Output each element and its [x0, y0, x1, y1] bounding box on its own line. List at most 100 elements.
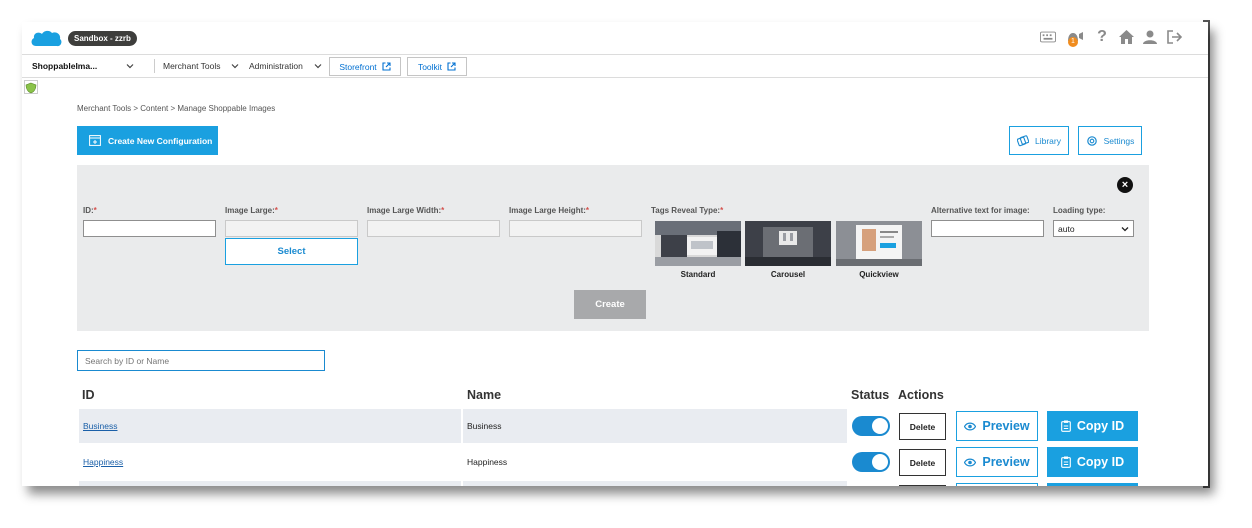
- reveal-label-carousel: Carousel: [770, 270, 806, 279]
- image-large-label: Image Large:*: [225, 206, 278, 215]
- name-cell: [463, 481, 847, 486]
- reveal-option-carousel[interactable]: [745, 221, 831, 266]
- toolkit-label: Toolkit: [417, 61, 443, 72]
- id-cell: [79, 481, 461, 486]
- copy-id-button[interactable]: Copy ID: [1047, 447, 1138, 477]
- close-icon[interactable]: ×: [1117, 177, 1133, 193]
- carousel-preview-thumbnail: [745, 221, 831, 266]
- required-mark: *: [274, 206, 278, 215]
- preview-button[interactable]: Preview: [956, 447, 1038, 477]
- table-row: Business Business Delete Preview Copy ID: [79, 409, 1144, 443]
- create-new-configuration-button[interactable]: Create New Configuration: [77, 126, 218, 155]
- loading-type-select[interactable]: auto: [1053, 220, 1134, 237]
- standard-preview-thumbnail: [655, 221, 741, 266]
- tags-reveal-type-label-text: Tags Reveal Type:: [651, 206, 721, 215]
- status-toggle[interactable]: [852, 416, 890, 436]
- external-link-icon: [447, 62, 456, 71]
- column-header-actions: Actions: [898, 388, 944, 402]
- preview-button-partial[interactable]: [956, 483, 1038, 486]
- delete-button-partial[interactable]: [899, 485, 946, 486]
- chevron-down-icon: [1121, 226, 1129, 231]
- top-bar: Sandbox - zzrb 1 ?: [22, 22, 1208, 54]
- table-row: Happiness Happiness Delete Preview Copy …: [79, 445, 1144, 479]
- home-icon[interactable]: [1118, 29, 1134, 45]
- id-label-text: ID:: [83, 206, 94, 215]
- id-cell: Happiness: [79, 445, 461, 479]
- site-selector-label: ShoppableIma...: [32, 61, 98, 71]
- delete-button[interactable]: Delete: [899, 413, 946, 440]
- loading-type-value: auto: [1058, 223, 1075, 234]
- configuration-form-panel: × ID:* Image Large:* Select Image Large …: [77, 165, 1149, 331]
- nav-bar: ShoppableIma... Merchant Tools Administr…: [22, 54, 1208, 78]
- library-icon: [1017, 134, 1029, 146]
- column-header-status: Status: [851, 388, 890, 402]
- copy-id-button-partial[interactable]: [1047, 483, 1138, 486]
- preview-label: Preview: [982, 455, 1030, 469]
- chevron-down-icon: [232, 64, 239, 69]
- top-right-icons: 1 ?: [1040, 28, 1182, 47]
- config-id-link[interactable]: Happiness: [83, 457, 123, 467]
- clipboard-icon: [1061, 456, 1071, 468]
- storefront-link[interactable]: Storefront: [329, 57, 401, 76]
- column-header-id: ID: [82, 388, 95, 402]
- nav-administration[interactable]: Administration: [249, 55, 323, 77]
- reveal-label-quickview: Quickview: [859, 270, 899, 279]
- eye-icon: [964, 422, 977, 430]
- logout-icon[interactable]: [1166, 29, 1182, 45]
- notification-count-badge: 1: [1068, 37, 1078, 47]
- chevron-down-icon: [126, 64, 134, 69]
- create-new-configuration-label: Create New Configuration: [108, 135, 213, 146]
- delete-button[interactable]: Delete: [899, 449, 946, 476]
- id-input[interactable]: [83, 220, 216, 237]
- select-image-button[interactable]: Select: [225, 238, 358, 265]
- reveal-label-standard: Standard: [680, 270, 716, 279]
- image-large-input: [225, 220, 358, 237]
- name-cell: Happiness: [467, 457, 508, 467]
- id-cell: Business: [79, 409, 461, 443]
- help-icon[interactable]: ?: [1094, 28, 1110, 45]
- status-toggle[interactable]: [852, 452, 890, 472]
- required-mark: *: [720, 206, 724, 215]
- external-link-icon: [382, 62, 391, 71]
- nav-administration-label: Administration: [249, 61, 303, 71]
- storefront-label: Storefront: [339, 61, 377, 72]
- toggle-knob: [872, 418, 888, 434]
- preview-label: Preview: [982, 419, 1030, 433]
- reveal-option-quickview[interactable]: [836, 221, 922, 266]
- required-mark: *: [585, 206, 590, 215]
- sandbox-badge: Sandbox - zzrb: [68, 31, 137, 46]
- toolkit-link[interactable]: Toolkit: [407, 57, 467, 76]
- preview-button[interactable]: Preview: [956, 411, 1038, 441]
- alt-text-input[interactable]: [931, 220, 1044, 237]
- copy-id-label: Copy ID: [1076, 419, 1125, 433]
- image-large-height-label-text: Image Large Height:: [509, 206, 586, 215]
- create-button[interactable]: Create: [574, 290, 646, 319]
- copy-id-label: Copy ID: [1076, 455, 1125, 469]
- app-window: Sandbox - zzrb 1 ? ShoppableIma... Merch…: [22, 22, 1208, 486]
- new-config-icon: [89, 135, 101, 146]
- reveal-option-standard[interactable]: [655, 221, 741, 266]
- nav-merchant-tools-label: Merchant Tools: [163, 61, 221, 71]
- name-cell: Business: [463, 409, 847, 443]
- image-large-label-text: Image Large:: [225, 206, 275, 215]
- copy-id-button[interactable]: Copy ID: [1047, 411, 1138, 441]
- config-id-link[interactable]: Business: [83, 421, 118, 431]
- library-button[interactable]: Library: [1009, 126, 1069, 155]
- tags-reveal-type-label: Tags Reveal Type:*: [651, 206, 723, 215]
- site-selector[interactable]: ShoppableIma...: [32, 55, 135, 77]
- shield-icon[interactable]: [24, 80, 38, 94]
- keyboard-icon[interactable]: [1040, 29, 1056, 45]
- notifications-icon[interactable]: 1: [1064, 29, 1086, 47]
- nav-divider: [154, 59, 155, 73]
- gear-icon: [1086, 135, 1097, 146]
- salesforce-cloud-logo: [31, 30, 62, 47]
- user-icon[interactable]: [1142, 29, 1158, 45]
- search-input[interactable]: [77, 350, 325, 371]
- image-large-width-label-text: Image Large Width:: [367, 206, 442, 215]
- image-large-height-input: [509, 220, 642, 237]
- id-label: ID:*: [83, 206, 97, 215]
- image-large-width-label: Image Large Width:*: [367, 206, 444, 215]
- settings-button[interactable]: Settings: [1078, 126, 1142, 155]
- toggle-knob: [872, 454, 888, 470]
- nav-merchant-tools[interactable]: Merchant Tools: [163, 55, 240, 77]
